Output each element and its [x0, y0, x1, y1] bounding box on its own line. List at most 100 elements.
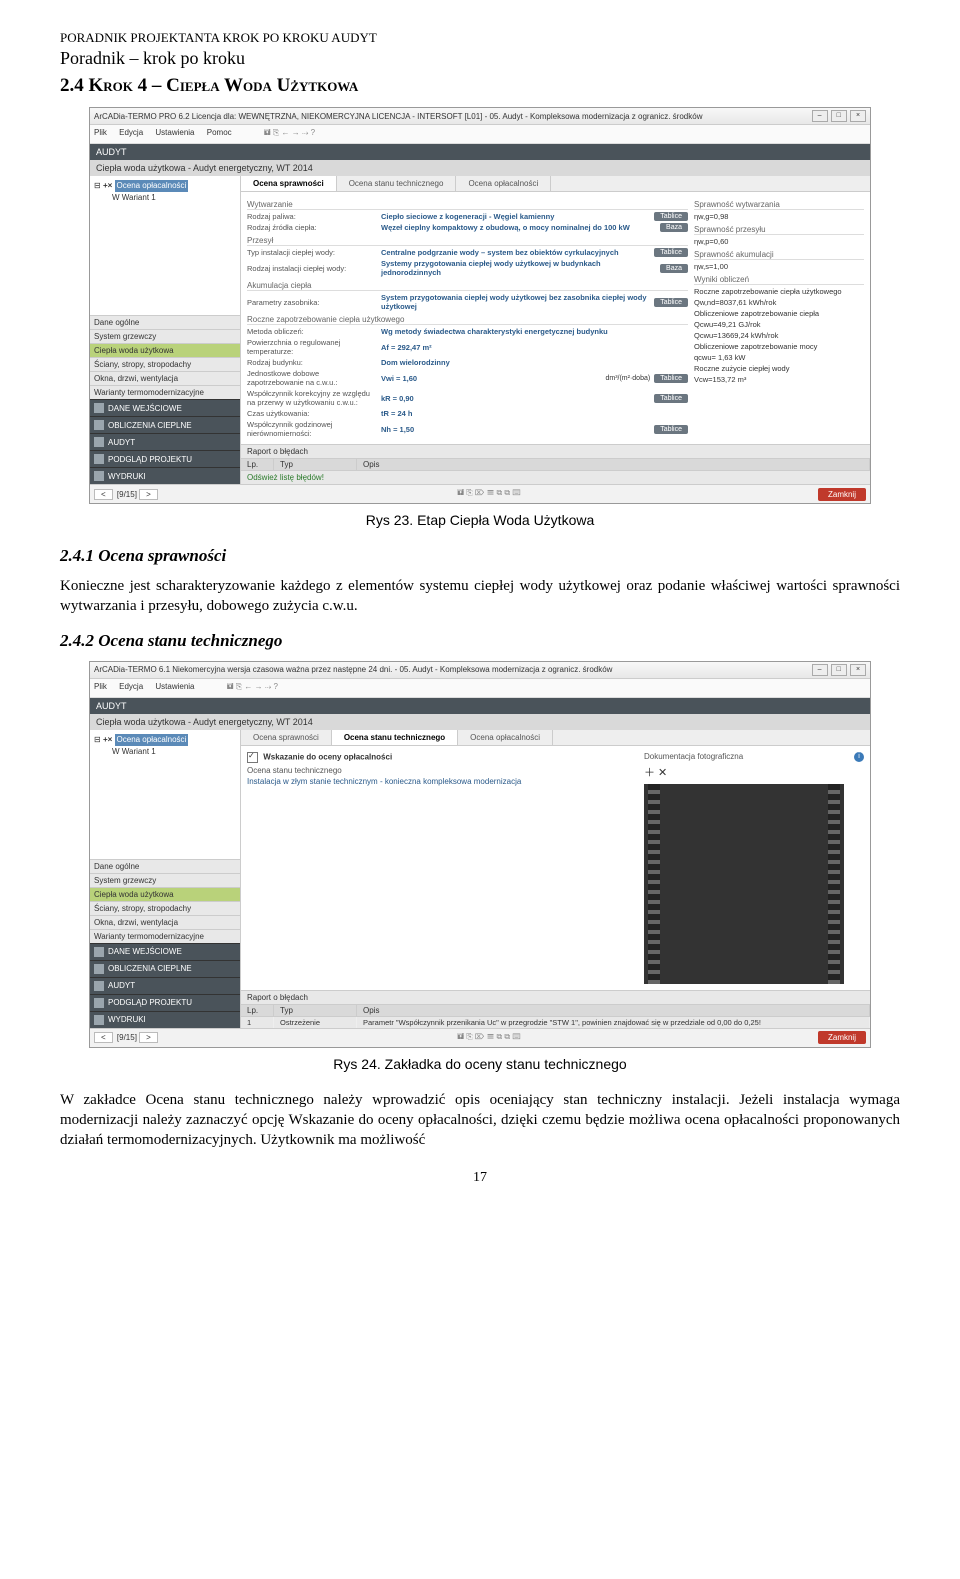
filmstrip-right: [828, 784, 840, 984]
menu-edycja[interactable]: Edycja: [119, 682, 143, 691]
close-button[interactable]: Zamknij: [818, 488, 866, 501]
res1v: Qw,nd=8037,61 kWh/rok: [694, 298, 776, 307]
val-param-zas[interactable]: System przygotowania ciepłej wody użytko…: [381, 293, 650, 311]
window-buttons: – □ ×: [811, 110, 866, 122]
menu-ustawienia[interactable]: Ustawienia: [155, 128, 194, 137]
nav-audyt[interactable]: AUDYT: [90, 977, 240, 994]
nav-prev[interactable]: <: [94, 1032, 113, 1043]
val-typ-inst[interactable]: Centralne podgrzanie wody – system bez o…: [381, 248, 650, 257]
sidebar-item-cwu[interactable]: Ciepła woda użytkowa: [90, 343, 240, 357]
sidebar-item-okna[interactable]: Okna, drzwi, wentylacja: [90, 915, 240, 929]
nav-podglad[interactable]: PODGLĄD PROJEKTU: [90, 450, 240, 467]
sidebar-item-warianty[interactable]: Warianty termomodernizacyjne: [90, 385, 240, 399]
status-icons-2[interactable]: 🖬 ⎘ ⌦ ☰ ⧉ ⧉ ⌨: [457, 1031, 520, 1045]
nav-prev[interactable]: <: [94, 489, 113, 500]
tab-stan[interactable]: Ocena stanu technicznego: [337, 176, 457, 191]
val-metoda[interactable]: Wg metody świadectwa charakterystyki ene…: [381, 327, 688, 336]
val-jedn[interactable]: Vwi = 1,60: [381, 374, 601, 383]
nav-next[interactable]: >: [139, 489, 158, 500]
info-icon[interactable]: i: [854, 752, 864, 762]
window-title-2: ArCADia-TERMO 6.1 Niekomercyjna wersja c…: [94, 665, 612, 674]
nav-obliczenia[interactable]: OBLICZENIA CIEPLNE: [90, 416, 240, 433]
btn-baza[interactable]: Baza: [660, 223, 688, 232]
checkbox-wskazanie[interactable]: [247, 752, 258, 763]
btn-tablice-3[interactable]: Tablice: [654, 298, 688, 307]
preview-icon: [94, 998, 104, 1008]
btn-baza-2[interactable]: Baza: [660, 264, 688, 273]
menu-ustawienia[interactable]: Ustawienia: [155, 682, 194, 691]
menu-plik[interactable]: Plik: [94, 682, 107, 691]
sidebar-item-warianty[interactable]: Warianty termomodernizacyjne: [90, 929, 240, 943]
page-number: 17: [60, 1170, 900, 1186]
error-report: Raport o błędach Lp. Typ Opis Odśwież li…: [241, 444, 870, 484]
tab-stan[interactable]: Ocena stanu technicznego: [332, 730, 458, 745]
nav-wydruki[interactable]: WYDRUKI: [90, 1011, 240, 1028]
sidebar-item-system[interactable]: System grzewczy: [90, 329, 240, 343]
menu-edycja[interactable]: Edycja: [119, 128, 143, 137]
btn-tablice-2[interactable]: Tablice: [654, 248, 688, 257]
minimize-icon[interactable]: –: [812, 664, 828, 676]
btn-tablice[interactable]: Tablice: [654, 212, 688, 221]
tab-oplacalnosc[interactable]: Ocena opłacalności: [456, 176, 551, 191]
window-buttons-2: – □ ×: [811, 664, 866, 676]
sidebar-item-okna[interactable]: Okna, drzwi, wentylacja: [90, 371, 240, 385]
res4v: qcwu= 1,63 kW: [694, 353, 745, 362]
val-czas[interactable]: tR = 24 h: [381, 409, 688, 418]
val-rodzaj-paliwa[interactable]: Ciepło sieciowe z kogeneracji - Węgiel k…: [381, 212, 650, 221]
close-button-2[interactable]: Zamknij: [818, 1031, 866, 1044]
val-wsp[interactable]: kR = 0,90: [381, 394, 650, 403]
menu-pomoc[interactable]: Pomoc: [207, 128, 232, 137]
page-indicator-2: [9/15]: [117, 1033, 137, 1042]
val-wsp-godz[interactable]: Nh = 1,50: [381, 425, 650, 434]
sidebar-item-sciany[interactable]: Ściany, stropy, stropodachy: [90, 901, 240, 915]
calc-icon: [94, 964, 104, 974]
tab-sprawnosc[interactable]: Ocena sprawności: [241, 176, 337, 191]
val-rodzaj-bud[interactable]: Dom wielorodzinny: [381, 358, 688, 367]
tab-oplacalnosc[interactable]: Ocena opłacalności: [458, 730, 553, 745]
doc-subtitle: Poradnik – krok po kroku: [60, 48, 900, 69]
desc-text[interactable]: Instalacja w złym stanie technicznym - k…: [247, 777, 636, 786]
lbl-wsp: Współczynnik korekcyjny ze względu na pr…: [247, 389, 377, 407]
val-rodzaj-zrodla[interactable]: Węzeł cieplny kompaktowy z obudową, o mo…: [381, 223, 656, 232]
nav-wydruki[interactable]: WYDRUKI: [90, 467, 240, 484]
nav-obliczenia[interactable]: OBLICZENIA CIEPLNE: [90, 960, 240, 977]
minimize-icon[interactable]: –: [812, 110, 828, 122]
col-typ: Typ: [274, 1005, 357, 1016]
toolbar-icons-2[interactable]: 🖬 ⎘ ← → ⇢ ?: [227, 682, 278, 691]
chk-label: Wskazanie do oceny opłacalności: [263, 752, 392, 761]
val-rodzaj-inst[interactable]: Systemy przygotowania ciepłej wody użytk…: [381, 259, 656, 277]
nav-dane-wejsciowe[interactable]: DANE WEJŚCIOWE: [90, 399, 240, 416]
tab-sprawnosc[interactable]: Ocena sprawności: [241, 730, 332, 745]
nav-podglad[interactable]: PODGLĄD PROJEKTU: [90, 994, 240, 1011]
status-icons[interactable]: 🖬 ⎘ ⌦ ☰ ⧉ ⧉ ⌨: [457, 487, 520, 501]
sidebar-item-system[interactable]: System grzewczy: [90, 873, 240, 887]
btn-tablice-6[interactable]: Tablice: [654, 425, 688, 434]
add-remove-photo[interactable]: ＋ ✕: [644, 764, 864, 780]
maximize-icon[interactable]: □: [831, 110, 847, 122]
sidebar-item-sciany[interactable]: Ściany, stropy, stropodachy: [90, 357, 240, 371]
photo-filmstrip[interactable]: [644, 784, 844, 984]
lbl-rodzaj-inst: Rodzaj instalacji ciepłej wody:: [247, 264, 377, 273]
nav-next[interactable]: >: [139, 1032, 158, 1043]
btn-tablice-5[interactable]: Tablice: [654, 394, 688, 403]
toolbar-icons[interactable]: 🖬 ⎘ ← → ⇢ ?: [264, 128, 315, 137]
audit-icon: [94, 981, 104, 991]
nav-dane-wejsciowe[interactable]: DANE WEJŚCIOWE: [90, 943, 240, 960]
res5l: Roczne zużycie ciepłej wody: [694, 364, 789, 373]
report-row[interactable]: 1 Ostrzeżenie Parametr "Współczynnik prz…: [241, 1017, 870, 1028]
module-bar: AUDYT: [90, 144, 870, 160]
maximize-icon[interactable]: □: [831, 664, 847, 676]
btn-tablice-4[interactable]: Tablice: [654, 374, 688, 383]
menu-plik[interactable]: Plik: [94, 128, 107, 137]
refresh-errors[interactable]: Odśwież listę błędów!: [241, 471, 870, 484]
nav-audyt[interactable]: AUDYT: [90, 433, 240, 450]
tree-2[interactable]: ⊟ +× Ocena opłacalności W Wariant 1: [90, 730, 240, 859]
close-icon[interactable]: ×: [850, 664, 866, 676]
sidebar-item-dane[interactable]: Dane ogólne: [90, 859, 240, 873]
sidebar-item-dane[interactable]: Dane ogólne: [90, 315, 240, 329]
tree[interactable]: ⊟ +× Ocena opłacalności W Wariant 1: [90, 176, 240, 315]
close-icon[interactable]: ×: [850, 110, 866, 122]
sub-241-body: Konieczne jest scharakteryzowanie każdeg…: [60, 576, 900, 617]
form-right-2: Dokumentacja fotograficzna i ＋ ✕: [644, 752, 864, 984]
sidebar-item-cwu[interactable]: Ciepła woda użytkowa: [90, 887, 240, 901]
